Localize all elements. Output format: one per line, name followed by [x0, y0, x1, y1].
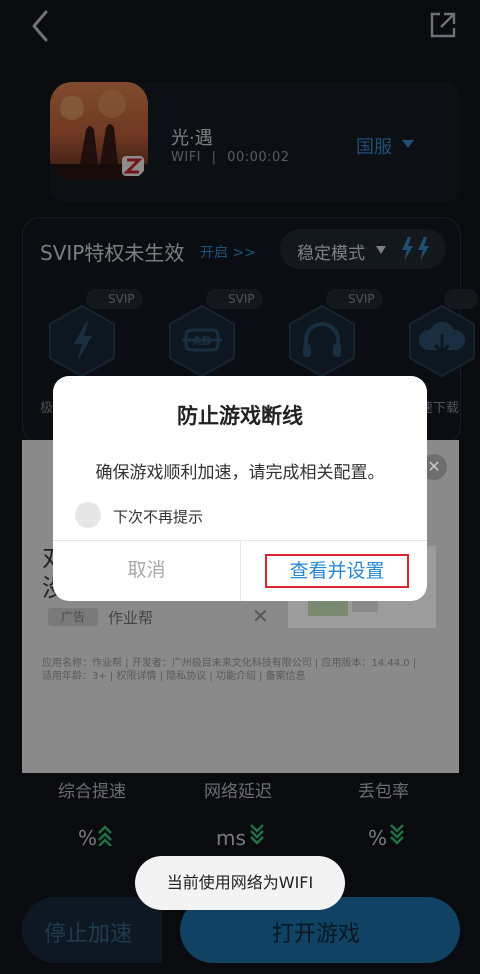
toast-message: 当前使用网络为WIFI — [166, 873, 314, 892]
ad-brand-name: 作业帮 — [108, 609, 154, 627]
ad-fine-print-links[interactable]: 适用年龄：3+ | 权限详情 | 隐私协议 | 功能介绍 | 备案信息 — [42, 670, 442, 683]
ad-fine-print: 应用名称：作业帮 | 开发者：广州极目未来文化科技有限公司 | 应用版本：14.… — [42, 658, 417, 669]
dont-show-again-label[interactable]: 下次不再提示 — [113, 506, 203, 527]
cancel-button[interactable]: 取消 — [53, 540, 240, 601]
dont-show-again-checkbox[interactable] — [75, 502, 101, 528]
view-and-configure-button[interactable]: 查看并设置 — [265, 554, 409, 588]
ad-tag: 广告 — [48, 608, 98, 626]
ad-dismiss-icon[interactable]: ✕ — [252, 604, 269, 628]
dialog-message: 确保游戏顺利加速，请完成相关配置。 — [95, 463, 385, 483]
dialog-title: 防止游戏断线 — [177, 404, 303, 428]
dialog-button-divider — [240, 540, 241, 601]
disconnect-prevention-dialog: 防止游戏断线 确保游戏顺利加速，请完成相关配置。 下次不再提示 取消 查看并设置 — [53, 376, 427, 601]
